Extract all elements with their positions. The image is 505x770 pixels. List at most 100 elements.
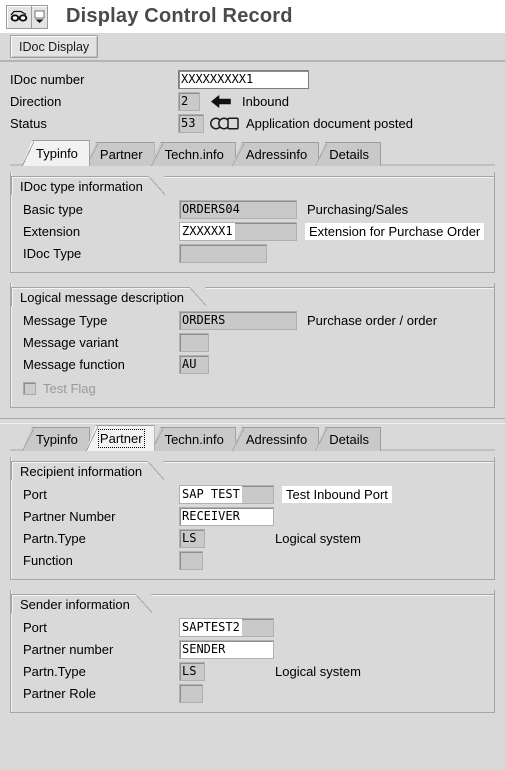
idoc-number-label: IDoc number (10, 72, 85, 87)
recipient-partner-type-row: Partn.Type LS Logical system (23, 527, 494, 549)
tab-label: Details (329, 147, 369, 162)
tab-details-top[interactable]: Details (315, 142, 381, 166)
recipient-partner-number-label: Partner Number (23, 508, 116, 524)
recipient-information-group: Recipient information Port SAP TEST Test… (10, 457, 495, 580)
idoc-type-row: IDoc Type (23, 242, 494, 264)
message-type-description: Purchase order / order (307, 312, 438, 328)
message-type-label: Message Type (23, 312, 108, 328)
group-header: Sender information (11, 594, 494, 613)
group-body: Basic type ORDERS04 Purchasing/Sales Ext… (11, 195, 494, 264)
message-function-label: Message function (23, 356, 125, 372)
tab-label: Adressinfo (245, 147, 308, 162)
tab-partner-bottom[interactable]: Partner (85, 425, 155, 451)
recipient-partner-type-label: Partn.Type (23, 530, 86, 546)
recipient-partner-number-value[interactable]: RECEIVER (179, 506, 274, 526)
message-variant-label: Message variant (23, 334, 119, 350)
group-header-slant (148, 461, 165, 480)
system-menu-group[interactable] (6, 4, 48, 29)
tab-typinfo-bottom[interactable]: Typinfo (22, 427, 90, 451)
traffic-light-icon (204, 117, 246, 130)
group-header: IDoc type information (11, 176, 494, 195)
sender-partner-type-description: Logical system (275, 663, 361, 679)
group-header-slant (148, 176, 165, 195)
extension-value: ZXXXXX1 (179, 221, 297, 241)
direction-description: Inbound (242, 94, 289, 109)
basic-type-row: Basic type ORDERS04 Purchasing/Sales (23, 198, 494, 220)
dropdown-arrow-icon[interactable] (31, 5, 47, 28)
group-body: Port SAPTEST2 Partner number SENDER Part… (11, 613, 494, 704)
sender-port-value-pad (242, 619, 273, 636)
idoc-type-value (179, 243, 267, 263)
recipient-port-value: SAP TEST (179, 484, 274, 504)
idoc-number-row: IDoc number XXXXXXXXX1 (10, 69, 505, 90)
logical-message-description-title: Logical message description (11, 287, 191, 306)
tab-details-bottom[interactable]: Details (315, 427, 381, 451)
group-header-slant (135, 594, 152, 613)
status-value: 53 (178, 114, 204, 133)
basic-type-value: ORDERS04 (179, 199, 297, 219)
sender-partner-role-row: Partner Role (23, 682, 494, 704)
message-function-value: AU (179, 354, 209, 374)
recipient-function-label: Function (23, 552, 73, 568)
extension-label: Extension (23, 223, 81, 239)
status-label: Status (10, 116, 47, 131)
group-header-rule (164, 176, 494, 178)
group-header: Logical message description (11, 287, 494, 306)
recipient-port-value-pad (242, 486, 273, 503)
extension-value-text: ZXXXXX1 (180, 222, 235, 240)
recipient-information-title: Recipient information (11, 461, 149, 480)
message-type-value: ORDERS (179, 310, 297, 330)
sender-partner-number-label: Partner number (23, 641, 114, 657)
tab-techninfo-top[interactable]: Techn.info (150, 142, 236, 166)
direction-row: Direction 2 Inbound (10, 91, 505, 112)
recipient-function-row: Function (23, 549, 494, 571)
control-record-header: IDoc number XXXXXXXXX1 Direction 2 Inbou… (0, 62, 505, 139)
recipient-port-description: Test Inbound Port (282, 485, 392, 503)
message-function-row: Message function AU (23, 353, 494, 375)
recipient-port-row: Port SAP TEST Test Inbound Port (23, 483, 494, 505)
test-flag-label: Test Flag (43, 380, 96, 396)
tab-label: Techn.info (164, 432, 224, 447)
sender-partner-number-row: Partner number SENDER (23, 638, 494, 660)
sender-partner-number-value[interactable]: SENDER (179, 639, 274, 659)
page-title: Display Control Record (66, 5, 293, 27)
title-bar: Display Control Record (0, 0, 505, 33)
recipient-port-value-text: SAP TEST (180, 485, 242, 503)
recipient-partner-number-row: Partner Number RECEIVER (23, 505, 494, 527)
message-type-row: Message Type ORDERS Purchase order / ord… (23, 309, 494, 331)
application-toolbar: IDoc Display (0, 33, 505, 62)
tab-partner-top[interactable]: Partner (85, 142, 155, 166)
tab-techninfo-bottom[interactable]: Techn.info (150, 427, 236, 451)
tab-label: Adressinfo (245, 432, 308, 447)
sender-information-group: Sender information Port SAPTEST2 Partner… (10, 590, 495, 713)
sender-port-value: SAPTEST2 (179, 617, 274, 637)
direction-value: 2 (178, 92, 200, 111)
idoc-number-input[interactable]: XXXXXXXXX1 (178, 70, 309, 89)
test-flag-checkbox (23, 381, 36, 395)
sender-partner-type-label: Partn.Type (23, 663, 86, 679)
idoc-type-label: IDoc Type (23, 245, 82, 261)
sender-partner-role-value (179, 683, 203, 703)
extension-row: Extension ZXXXXX1 Extension for Purchase… (23, 220, 494, 242)
tab-typinfo-top[interactable]: Typinfo (22, 140, 90, 166)
message-variant-value (179, 332, 209, 352)
tab-adressinfo-bottom[interactable]: Adressinfo (231, 427, 320, 451)
group-header-slant (190, 287, 207, 306)
status-description: Application document posted (246, 116, 413, 131)
sender-information-title: Sender information (11, 594, 136, 613)
basic-type-label: Basic type (23, 201, 83, 217)
tab-label: Typinfo (36, 146, 78, 161)
sender-port-value-text: SAPTEST2 (180, 618, 242, 636)
test-flag-row: Test Flag (23, 377, 494, 399)
recipient-partner-type-description: Logical system (275, 530, 361, 546)
display-glasses-icon[interactable] (7, 6, 31, 28)
sender-partner-role-label: Partner Role (23, 685, 96, 701)
sender-partner-type-value: LS (179, 661, 205, 681)
partner-tab-body: Recipient information Port SAP TEST Test… (0, 451, 505, 713)
tab-adressinfo-top[interactable]: Adressinfo (231, 142, 320, 166)
idoc-display-button[interactable]: IDoc Display (10, 35, 99, 58)
recipient-port-label: Port (23, 486, 47, 502)
recipient-function-value (179, 550, 203, 570)
basic-type-description: Purchasing/Sales (307, 201, 409, 217)
extension-value-pad (235, 223, 296, 240)
